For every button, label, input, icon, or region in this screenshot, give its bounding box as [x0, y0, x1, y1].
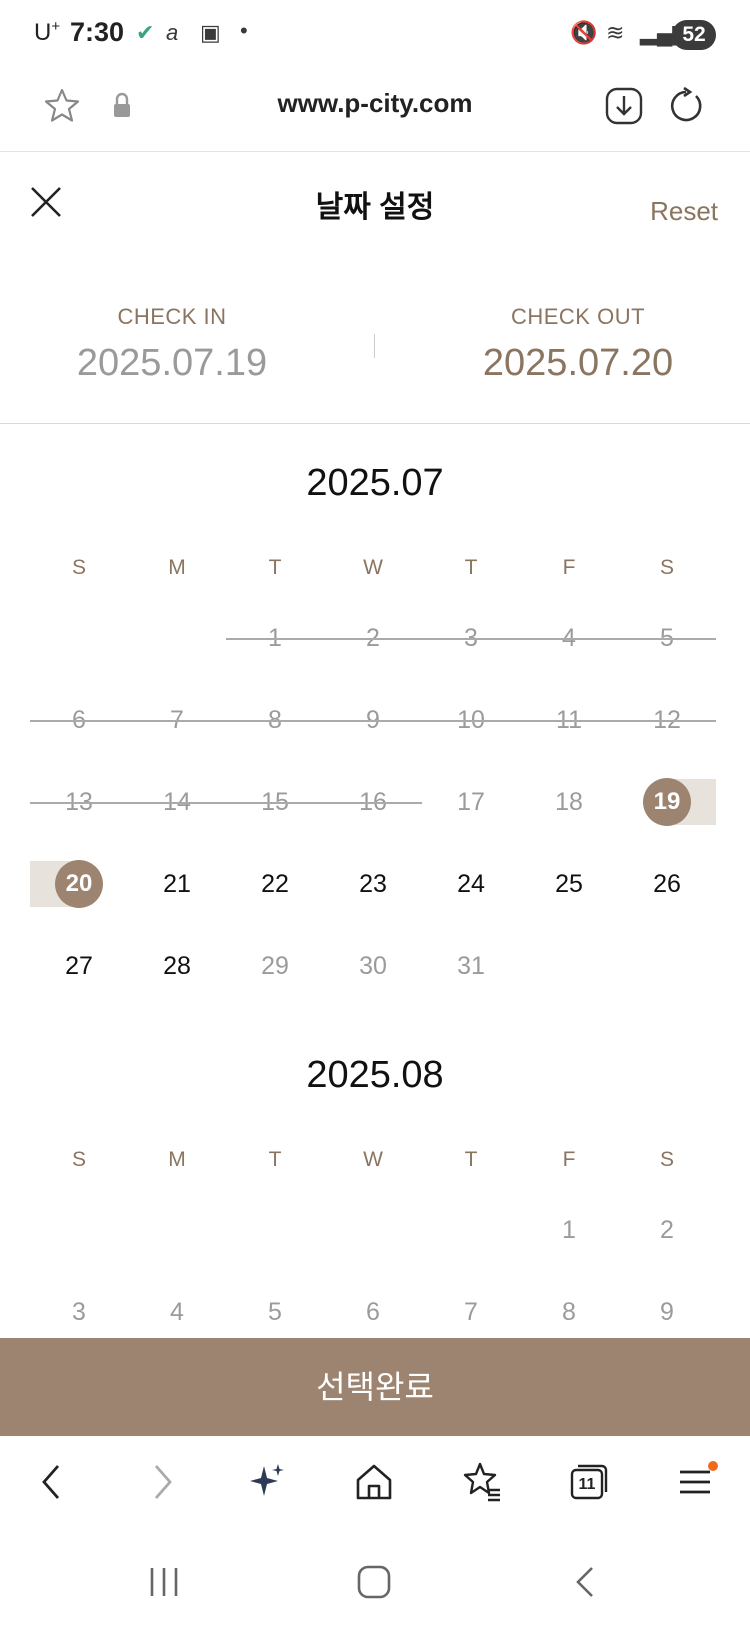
calendar-day[interactable]: 6: [324, 1282, 422, 1342]
calendar-day[interactable]: 18: [520, 772, 618, 832]
weekday-label: T: [464, 1148, 478, 1171]
calendar-day[interactable]: 9: [618, 1282, 716, 1342]
weekday-label: F: [562, 1148, 576, 1171]
system-back-icon[interactable]: [566, 1562, 606, 1602]
unavailable-strike: [30, 720, 716, 722]
calendar-day[interactable]: 21: [128, 854, 226, 914]
weekday-label: F: [562, 556, 576, 579]
calendar-day[interactable]: 25: [520, 854, 618, 914]
tab-count: 11: [578, 1476, 596, 1493]
more-notifications-icon: •: [240, 18, 248, 43]
check-out[interactable]: CHECK OUT 2025.07.20: [428, 304, 728, 385]
unavailable-strike: [30, 802, 422, 804]
calendar-day[interactable]: 3: [30, 1282, 128, 1342]
confirm-selection-button[interactable]: 선택완료: [0, 1338, 750, 1436]
system-home-icon[interactable]: [354, 1562, 394, 1602]
weekday-label: T: [268, 556, 282, 579]
calendar-day[interactable]: 26: [618, 854, 716, 914]
browser-url-bar: www.p-city.com: [0, 66, 750, 152]
weekday-label: M: [168, 556, 186, 579]
calendar-day[interactable]: 27: [30, 936, 128, 996]
calendar-day[interactable]: 7: [422, 1282, 520, 1342]
screenshot-icon: ▣: [200, 20, 221, 45]
forward-icon[interactable]: [140, 1460, 184, 1504]
calendar-day[interactable]: 23: [324, 854, 422, 914]
calendar-day[interactable]: 8: [520, 1282, 618, 1342]
weekday-label: W: [363, 556, 383, 579]
calendar-day[interactable]: 4: [128, 1282, 226, 1342]
check-in-day[interactable]: 19: [643, 778, 691, 826]
carrier-label: U+: [34, 18, 61, 46]
check-out-day[interactable]: 20: [55, 860, 103, 908]
check-in-label: CHECK IN: [117, 304, 227, 329]
refresh-icon[interactable]: [666, 86, 706, 126]
weekday-label: S: [659, 1148, 674, 1171]
weekday-label: W: [363, 1148, 383, 1171]
unavailable-strike: [226, 638, 716, 640]
back-icon[interactable]: [30, 1460, 74, 1504]
app-notification-icon: a: [166, 20, 179, 45]
check-in-value: 2025.07.19: [76, 342, 268, 384]
calendar-day[interactable]: 29: [226, 936, 324, 996]
month-title: 2025.08: [306, 1054, 444, 1096]
mute-icon: 🔇: [570, 20, 598, 45]
calendar-day[interactable]: 2: [618, 1200, 716, 1260]
ai-sparkle-icon[interactable]: [244, 1460, 288, 1504]
check-out-label: CHECK OUT: [510, 304, 646, 329]
weekday-label: T: [464, 556, 478, 579]
calendar-day[interactable]: 30: [324, 936, 422, 996]
calendar-day[interactable]: 1: [520, 1200, 618, 1260]
recent-apps-icon[interactable]: [144, 1562, 184, 1602]
status-bar: U+ 7:30 ✔ a ▣ • 🔇 ≋ ▂▄▆ 52: [0, 0, 750, 66]
download-icon[interactable]: [604, 86, 644, 126]
system-nav-bar: [0, 1532, 750, 1625]
weekday-label: S: [659, 556, 674, 579]
tabs-button[interactable]: 11: [566, 1460, 610, 1504]
wifi-icon: ≋: [606, 20, 625, 45]
dates-divider: [374, 334, 375, 358]
calendar-day[interactable]: 31: [422, 936, 520, 996]
page-title: 날짜 설정: [315, 191, 435, 224]
weekday-label: M: [168, 1148, 186, 1171]
check-out-value: 2025.07.20: [482, 342, 674, 384]
bookmarks-icon[interactable]: [460, 1460, 504, 1504]
calendar-day[interactable]: 17: [422, 772, 520, 832]
check-in[interactable]: CHECK IN 2025.07.19: [22, 304, 322, 385]
battery-indicator: 52: [672, 20, 716, 50]
selected-dates: CHECK IN 2025.07.19 CHECK OUT 2025.07.20: [0, 288, 750, 424]
calendar-day[interactable]: 22: [226, 854, 324, 914]
browser-bottom-nav: 11: [0, 1436, 750, 1532]
calendar-day[interactable]: 5: [226, 1282, 324, 1342]
v-app-icon: ✔: [136, 20, 155, 45]
calendar-day[interactable]: 24: [422, 854, 520, 914]
home-icon[interactable]: [352, 1460, 396, 1504]
weekday-label: T: [268, 1148, 282, 1171]
status-time: 7:30: [70, 17, 125, 47]
weekday-label: S: [71, 556, 86, 579]
menu-icon[interactable]: [674, 1460, 718, 1504]
reset-button[interactable]: Reset: [650, 196, 718, 227]
calendar-day[interactable]: 28: [128, 936, 226, 996]
weekday-label: S: [71, 1148, 86, 1171]
date-picker-header: 날짜 설정 Reset: [0, 152, 750, 252]
month-title: 2025.07: [306, 462, 444, 504]
